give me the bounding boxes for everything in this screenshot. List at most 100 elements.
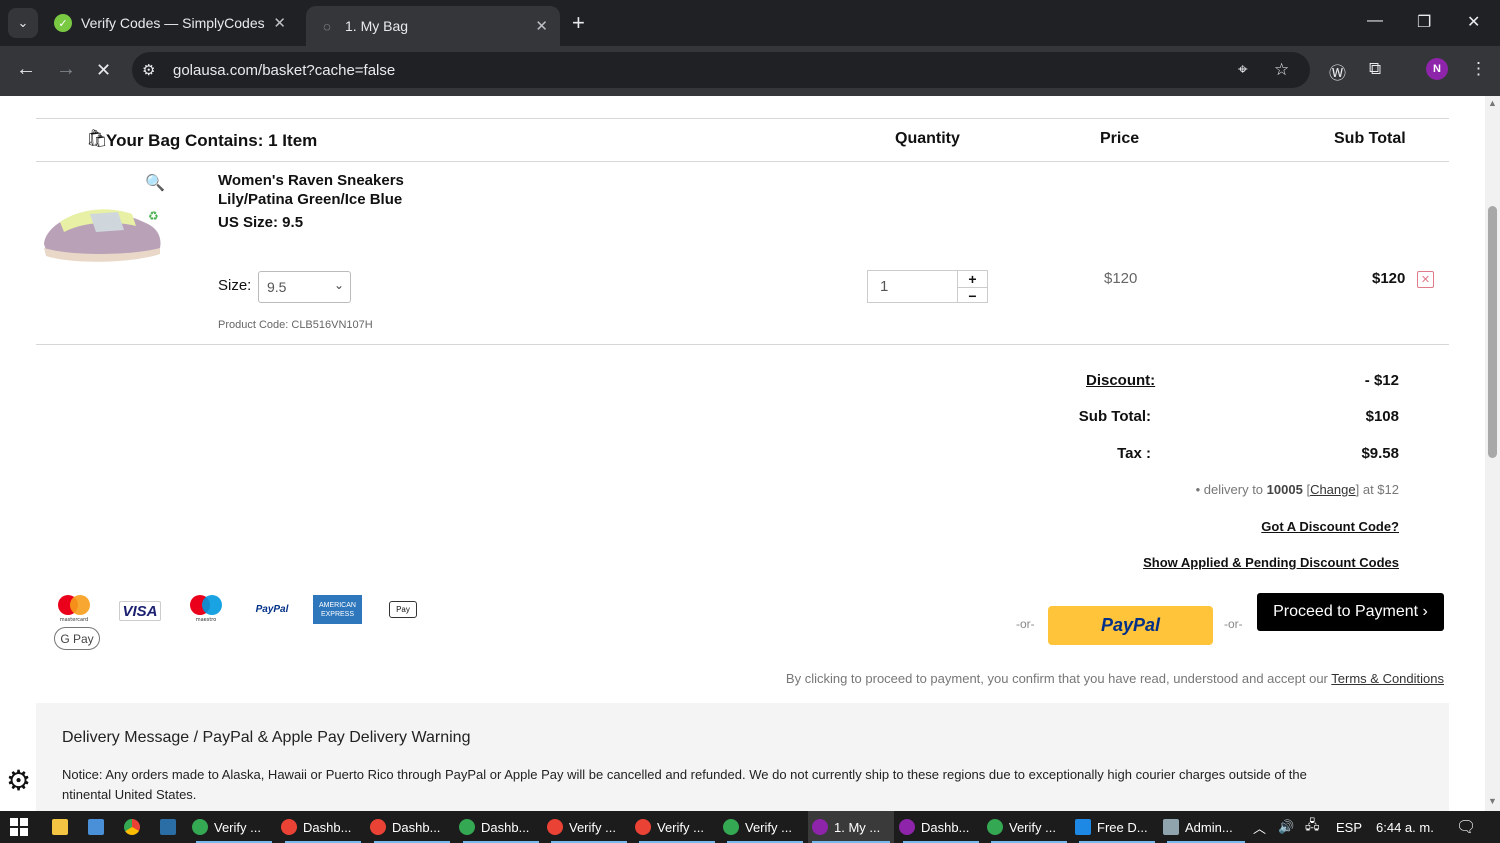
taskbar-app-8[interactable]: Dashb...	[899, 811, 983, 843]
change-delivery-link[interactable]: Change	[1310, 482, 1356, 497]
delivery-suffix: at $12	[1362, 482, 1399, 497]
quantity-decrease-button[interactable]: −	[958, 288, 987, 304]
menu-kebab-icon[interactable]: ⋮	[1470, 59, 1487, 79]
minimize-icon[interactable]: —	[1367, 12, 1383, 30]
quantity-increase-button[interactable]: +	[958, 271, 987, 288]
delivery-line: • delivery to 10005 [Change] at $12	[1195, 482, 1399, 497]
taskbar-app-6[interactable]: Verify ...	[723, 811, 807, 843]
taskbar-app-2[interactable]: Dashb...	[370, 811, 454, 843]
subtotal-label: Sub Total:	[1078, 408, 1151, 425]
terms-notice: By clicking to proceed to payment, you c…	[640, 671, 1444, 686]
size-select[interactable]: 9.5 ⌄	[258, 271, 351, 303]
bookmark-star-icon[interactable]: ☆	[1274, 60, 1289, 80]
taskbar-app-4[interactable]: Verify ...	[547, 811, 631, 843]
show-applied-codes-link[interactable]: Show Applied & Pending Discount Codes	[1100, 555, 1399, 570]
terms-prefix: By clicking to proceed to payment, you c…	[785, 671, 1328, 686]
new-tab-icon[interactable]: +	[572, 10, 585, 36]
notifications-icon[interactable]: 🗨	[1456, 811, 1476, 843]
taskbar-app-label: Dashb...	[303, 819, 352, 835]
terminal-icon[interactable]	[160, 811, 182, 843]
apple-pay-text: Pay	[396, 605, 410, 614]
product-us-size: US Size: 9.5	[218, 214, 304, 231]
tab-verify-codes[interactable]: ✓ Verify Codes — SimplyCodes ✕	[42, 6, 298, 40]
tab-search-button[interactable]: ⌄	[8, 8, 38, 38]
terms-conditions-link[interactable]: Terms & Conditions	[1331, 671, 1444, 686]
back-icon[interactable]: ←	[16, 58, 36, 81]
col-quantity-header: Quantity	[895, 130, 960, 147]
store-icon[interactable]	[88, 811, 110, 843]
paypal-button-text: PayPal	[1100, 615, 1161, 635]
paypal-checkout-button[interactable]: PayPal	[1048, 606, 1213, 645]
loading-favicon-icon: ◌	[323, 18, 331, 34]
size-label: Size:	[218, 277, 252, 294]
discount-label[interactable]: Discount:	[1086, 372, 1155, 389]
extension-w-icon[interactable]: Ⓦ	[1329, 59, 1346, 84]
address-bar[interactable]: ⚙ golausa.com/basket?cache=false ⌖ ☆	[132, 52, 1310, 88]
taskbar-app-label: 1. My ...	[834, 819, 881, 835]
divider	[36, 344, 1449, 345]
windows-start-icon[interactable]	[10, 811, 32, 843]
clock[interactable]: 6:44 a. m.	[1376, 811, 1434, 843]
restore-icon[interactable]: ❐	[1417, 12, 1431, 32]
tax-value: $9.58	[1361, 445, 1399, 462]
language-indicator[interactable]: ESP	[1336, 811, 1362, 843]
product-image[interactable]: ♻	[40, 196, 164, 266]
taskbar-app-3[interactable]: Dashb...	[459, 811, 543, 843]
discount-value: - $12	[1364, 372, 1399, 389]
taskbar-app-label: Verify ...	[745, 819, 792, 835]
tax-label: Tax :	[1117, 445, 1151, 462]
tray-chevron-up-icon[interactable]: ︿	[1253, 811, 1266, 843]
scroll-down-icon[interactable]: ▼	[1488, 796, 1497, 806]
mastercard-logo-icon: mastercard	[52, 593, 96, 623]
scrollbar-thumb[interactable]	[1488, 206, 1497, 458]
extensions-puzzle-icon[interactable]: ⧉	[1369, 59, 1381, 79]
taskbar-app-1[interactable]: Dashb...	[281, 811, 365, 843]
got-discount-code-link[interactable]: Got A Discount Code?	[1150, 519, 1399, 534]
page-scrollbar[interactable]: ▲ ▼	[1485, 96, 1500, 811]
close-tab-icon[interactable]: ✕	[535, 17, 548, 35]
taskbar-app-label: Verify ...	[1009, 819, 1056, 835]
url-text[interactable]: golausa.com/basket?cache=false	[173, 62, 395, 79]
close-tab-icon[interactable]: ✕	[273, 14, 286, 32]
taskbar-app-label: Verify ...	[657, 819, 704, 835]
chrome-icon[interactable]	[124, 811, 146, 843]
taskbar-app-label: Free D...	[1097, 819, 1148, 835]
forward-icon[interactable]: →	[56, 58, 76, 81]
windows-taskbar: Verify ... Dashb... Dashb... Dashb... Ve…	[0, 811, 1500, 843]
taskbar-app-7[interactable]: 1. My ...	[808, 811, 894, 843]
delivery-prefix: • delivery to	[1195, 482, 1264, 497]
zoom-search-icon[interactable]: 🔍	[145, 173, 165, 193]
file-explorer-icon[interactable]	[52, 811, 74, 843]
tab-title: Verify Codes — SimplyCodes	[81, 15, 265, 31]
product-name[interactable]: Women's Raven Sneakers	[218, 172, 404, 189]
quantity-stepper[interactable]: 1 + −	[867, 270, 988, 304]
delivery-zip: 10005	[1266, 482, 1303, 497]
tab-title: 1. My Bag	[345, 18, 409, 34]
col-subtotal-header: Sub Total	[1334, 130, 1406, 147]
amex-logo-icon: AMERICAN EXPRESS	[313, 595, 362, 624]
scroll-up-icon[interactable]: ▲	[1488, 98, 1497, 108]
proceed-to-payment-button[interactable]: Proceed to Payment ›	[1257, 593, 1444, 631]
taskbar-app-5[interactable]: Verify ...	[635, 811, 719, 843]
taskbar-app-label: Dashb...	[481, 819, 530, 835]
taskbar-app-0[interactable]: Verify ...	[192, 811, 276, 843]
svg-text:♻: ♻	[148, 209, 159, 223]
location-icon[interactable]: ⌖	[1238, 60, 1248, 80]
page-content: 🛍 Your Bag Contains: 1 Item Quantity Pri…	[0, 96, 1485, 811]
amex-line1: AMERICAN	[319, 601, 356, 609]
network-icon[interactable]: 🖧	[1305, 811, 1320, 843]
taskbar-app-9[interactable]: Verify ...	[987, 811, 1071, 843]
close-window-icon[interactable]: ✕	[1467, 12, 1480, 32]
taskbar-app-11[interactable]: Admin...	[1163, 811, 1249, 843]
bag-icon: 🛍	[86, 129, 108, 148]
remove-item-icon[interactable]: ✕	[1417, 271, 1434, 288]
taskbar-app-10[interactable]: Free D...	[1075, 811, 1159, 843]
quantity-input[interactable]: 1	[868, 271, 957, 302]
profile-avatar[interactable]: N	[1426, 58, 1448, 80]
tab-my-bag[interactable]: ◌ 1. My Bag ✕	[306, 6, 560, 46]
settings-gear-icon[interactable]: ⚙	[6, 764, 31, 797]
maestro-logo-icon: maestro	[184, 593, 228, 623]
volume-icon[interactable]: 🔊	[1278, 811, 1294, 843]
site-settings-icon[interactable]: ⚙	[142, 61, 164, 79]
stop-loading-icon[interactable]: ✕	[96, 60, 111, 81]
